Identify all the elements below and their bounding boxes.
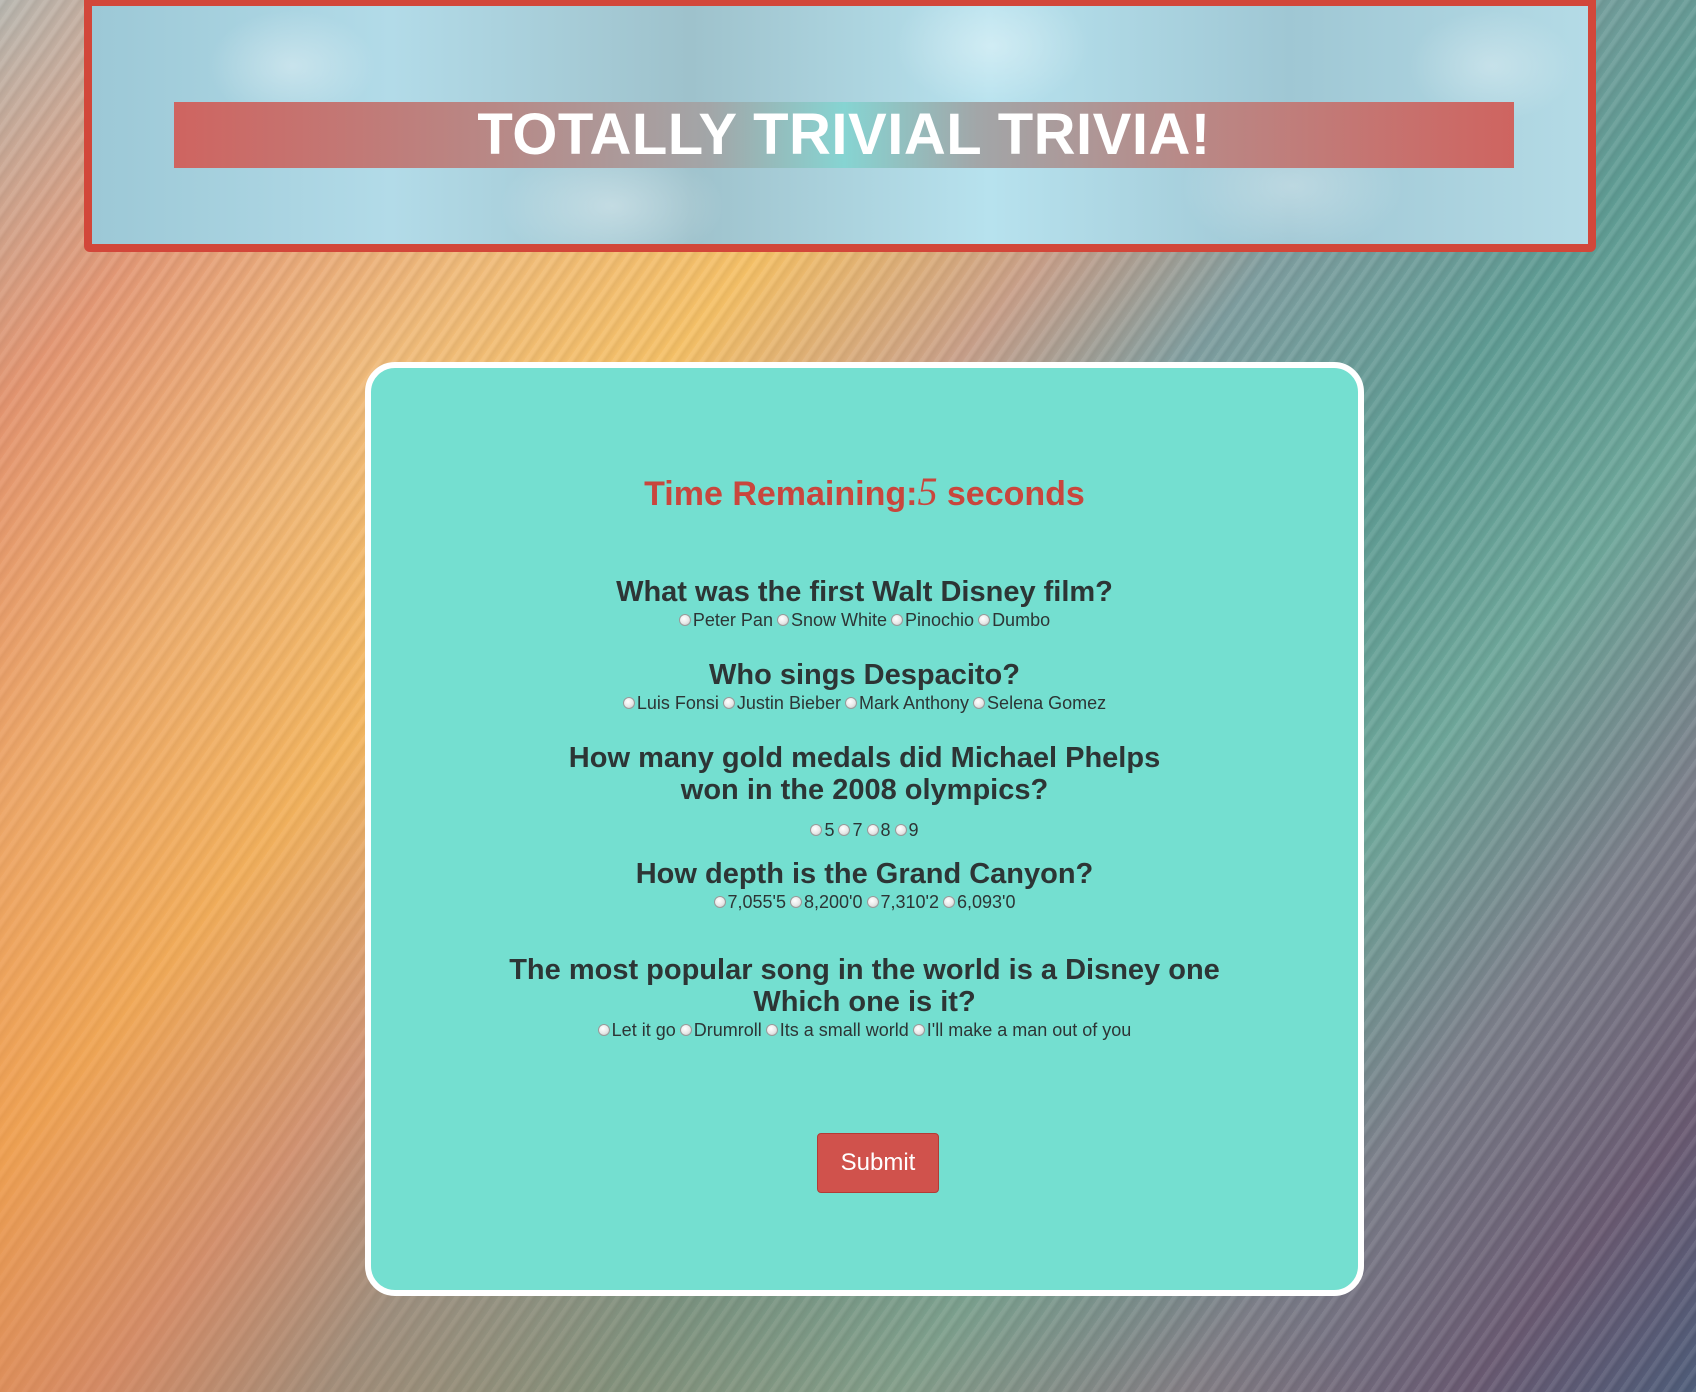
answer-label: 7 — [852, 820, 863, 840]
radio-button[interactable] — [810, 824, 823, 836]
answer-option[interactable]: Peter Pan — [678, 610, 773, 630]
radio-button[interactable] — [622, 697, 635, 709]
radio-button[interactable] — [894, 824, 907, 836]
radio-button[interactable] — [597, 1024, 610, 1036]
timer-value: 5 — [917, 469, 938, 514]
page-title: TOTALLY TRIVIAL TRIVIA! — [477, 102, 1211, 167]
answer-label: 7,055'5 — [727, 892, 787, 912]
answer-label: I'll make a man out of you — [926, 1020, 1132, 1040]
answer-option[interactable]: 5 — [810, 820, 834, 840]
title-bar: TOTALLY TRIVIAL TRIVIA! — [174, 102, 1514, 168]
answer-label: Mark Anthony — [858, 693, 970, 713]
question-1: What was the first Walt Disney film? Pet… — [371, 576, 1358, 630]
radio-button[interactable] — [973, 697, 986, 709]
question-text: How depth is the Grand Canyon? — [635, 858, 1094, 890]
question-5: The most popular song in the world is a … — [371, 954, 1358, 1040]
answer-options: Luis Fonsi Justin Bieber Mark Anthony Se… — [371, 693, 1358, 713]
answer-options: Let it go Drumroll Its a small world I'l… — [371, 1020, 1358, 1040]
answer-options: Peter Pan Snow White Pinochio Dumbo — [371, 610, 1358, 630]
answer-option[interactable]: Mark Anthony — [844, 693, 970, 713]
question-text: How many gold medals did Michael Phelps … — [568, 742, 1161, 806]
answer-label: Snow White — [790, 610, 888, 630]
timer-unit: seconds — [937, 475, 1085, 513]
timer: Time Remaining:5 seconds — [371, 472, 1358, 514]
answer-option[interactable]: Let it go — [597, 1020, 676, 1040]
quiz-card: Time Remaining:5 seconds What was the fi… — [365, 362, 1364, 1296]
answer-option[interactable]: Drumroll — [679, 1020, 762, 1040]
question-text: Who sings Despacito? — [709, 659, 1020, 691]
answer-label: Peter Pan — [692, 610, 773, 630]
radio-button[interactable] — [838, 824, 851, 836]
radio-button[interactable] — [891, 614, 904, 626]
answer-options: 5 7 8 9 — [371, 820, 1358, 840]
answer-label: Justin Bieber — [736, 693, 841, 713]
answer-label: 8,200'0 — [804, 892, 863, 912]
answer-label: 6,093'0 — [957, 892, 1016, 912]
answer-option[interactable]: 8,200'0 — [790, 892, 863, 912]
radio-button[interactable] — [943, 896, 955, 908]
answer-label: Let it go — [611, 1020, 676, 1040]
answer-label: 8 — [880, 820, 891, 840]
answer-option[interactable]: Luis Fonsi — [622, 693, 719, 713]
header-banner: TOTALLY TRIVIAL TRIVIA! — [84, 0, 1596, 252]
answer-option[interactable]: Snow White — [776, 610, 888, 630]
answer-label: Luis Fonsi — [636, 693, 719, 713]
answer-label: Dumbo — [992, 610, 1051, 630]
answer-option[interactable]: Pinochio — [891, 610, 974, 630]
answer-options: 7,055'5 8,200'0 7,310'2 6,093'0 — [371, 892, 1358, 912]
radio-button[interactable] — [866, 896, 879, 908]
answer-label: 5 — [824, 820, 835, 840]
answer-option[interactable]: 8 — [866, 820, 891, 840]
timer-label: Time Remaining: — [644, 475, 918, 513]
radio-button[interactable] — [679, 1024, 692, 1036]
radio-button[interactable] — [776, 614, 789, 626]
radio-button[interactable] — [978, 614, 991, 626]
radio-button[interactable] — [722, 697, 735, 709]
radio-button[interactable] — [790, 896, 802, 908]
radio-button[interactable] — [678, 614, 691, 626]
answer-option[interactable]: 7,055'5 — [713, 892, 787, 912]
answer-option[interactable]: Justin Bieber — [722, 693, 841, 713]
answer-label: Selena Gomez — [987, 693, 1107, 713]
answer-option[interactable]: 9 — [894, 820, 919, 840]
radio-button[interactable] — [844, 697, 857, 709]
answer-option[interactable]: 6,093'0 — [943, 892, 1016, 912]
radio-button[interactable] — [713, 896, 726, 908]
answer-label: 9 — [908, 820, 919, 840]
question-2: Who sings Despacito? Luis Fonsi Justin B… — [371, 659, 1358, 713]
answer-label: Its a small world — [779, 1020, 909, 1040]
question-text: What was the first Walt Disney film? — [616, 576, 1113, 608]
answer-label: 7,310'2 — [880, 892, 940, 912]
question-3: How many gold medals did Michael Phelps … — [371, 742, 1358, 840]
radio-button[interactable] — [912, 1024, 925, 1036]
answer-option[interactable]: 7 — [838, 820, 863, 840]
answer-option[interactable]: 7,310'2 — [866, 892, 940, 912]
answer-option[interactable]: Selena Gomez — [973, 693, 1106, 713]
answer-label: Drumroll — [693, 1020, 762, 1040]
question-text: The most popular song in the world is a … — [509, 954, 1220, 1018]
answer-option[interactable]: Dumbo — [978, 610, 1050, 630]
question-4: How depth is the Grand Canyon? 7,055'5 8… — [371, 858, 1358, 912]
radio-button[interactable] — [866, 824, 879, 836]
submit-button[interactable]: Submit — [817, 1133, 939, 1193]
answer-option[interactable]: I'll make a man out of you — [912, 1020, 1132, 1040]
answer-option[interactable]: Its a small world — [765, 1020, 909, 1040]
answer-label: Pinochio — [905, 610, 975, 630]
radio-button[interactable] — [765, 1024, 778, 1036]
